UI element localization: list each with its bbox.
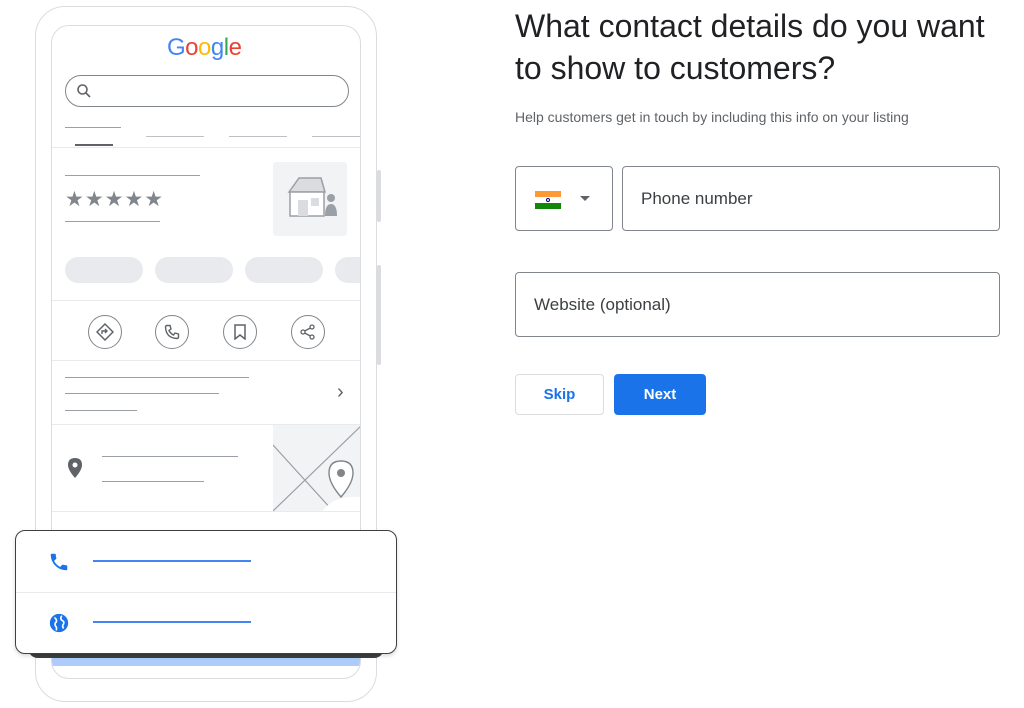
bookmark-icon bbox=[223, 315, 257, 349]
address-placeholder bbox=[102, 481, 204, 482]
illustration-tab bbox=[65, 127, 121, 128]
divider bbox=[52, 300, 360, 301]
divider bbox=[16, 592, 396, 593]
phone-number-input[interactable]: Phone number bbox=[622, 166, 1000, 231]
business-category-placeholder bbox=[65, 221, 160, 222]
text-placeholder bbox=[65, 410, 137, 411]
divider bbox=[52, 511, 360, 512]
chevron-right-icon: › bbox=[337, 381, 344, 403]
storefront-icon bbox=[287, 177, 337, 217]
india-flag-icon bbox=[535, 191, 561, 209]
website-placeholder: Website (optional) bbox=[534, 295, 671, 314]
business-name-placeholder bbox=[65, 175, 200, 176]
page-subtitle: Help customers get in touch by including… bbox=[515, 109, 909, 125]
phone-number-placeholder: Phone number bbox=[641, 189, 753, 208]
directions-icon bbox=[88, 315, 122, 349]
contact-overlay-card bbox=[15, 530, 397, 654]
phone-icon bbox=[155, 315, 189, 349]
illustration-tab bbox=[229, 136, 287, 137]
share-icon bbox=[291, 315, 325, 349]
google-logo: Google bbox=[167, 34, 242, 61]
website-input[interactable]: Website (optional) bbox=[515, 272, 1000, 337]
illustration-tab bbox=[146, 136, 204, 137]
illustration-tab bbox=[312, 136, 360, 137]
divider bbox=[52, 360, 360, 361]
next-button[interactable]: Next bbox=[614, 374, 706, 415]
globe-icon bbox=[49, 613, 69, 633]
text-placeholder bbox=[65, 377, 249, 378]
chip-placeholder bbox=[65, 257, 143, 283]
chip-placeholder bbox=[335, 257, 360, 283]
chip-placeholder bbox=[245, 257, 323, 283]
map-thumbnail bbox=[272, 425, 360, 512]
phone-icon bbox=[50, 553, 68, 571]
active-tab-indicator bbox=[75, 144, 113, 146]
location-pin-icon bbox=[68, 458, 82, 478]
dropdown-arrow-icon bbox=[580, 196, 590, 201]
illustration-search-bar bbox=[65, 75, 349, 107]
divider bbox=[52, 147, 360, 148]
page-title: What contact details do you want to show… bbox=[515, 8, 985, 86]
business-photo bbox=[273, 162, 347, 236]
address-placeholder bbox=[102, 456, 238, 457]
search-icon bbox=[77, 84, 91, 98]
phone-side-button bbox=[377, 265, 381, 365]
phone-line-placeholder bbox=[93, 560, 251, 562]
phone-side-button bbox=[377, 170, 381, 222]
skip-button[interactable]: Skip bbox=[515, 374, 604, 415]
website-line-placeholder bbox=[93, 621, 251, 623]
text-placeholder bbox=[65, 393, 219, 394]
country-code-select[interactable] bbox=[515, 166, 613, 231]
rating-stars: ★★★★★ bbox=[65, 188, 165, 211]
chip-placeholder bbox=[155, 257, 233, 283]
